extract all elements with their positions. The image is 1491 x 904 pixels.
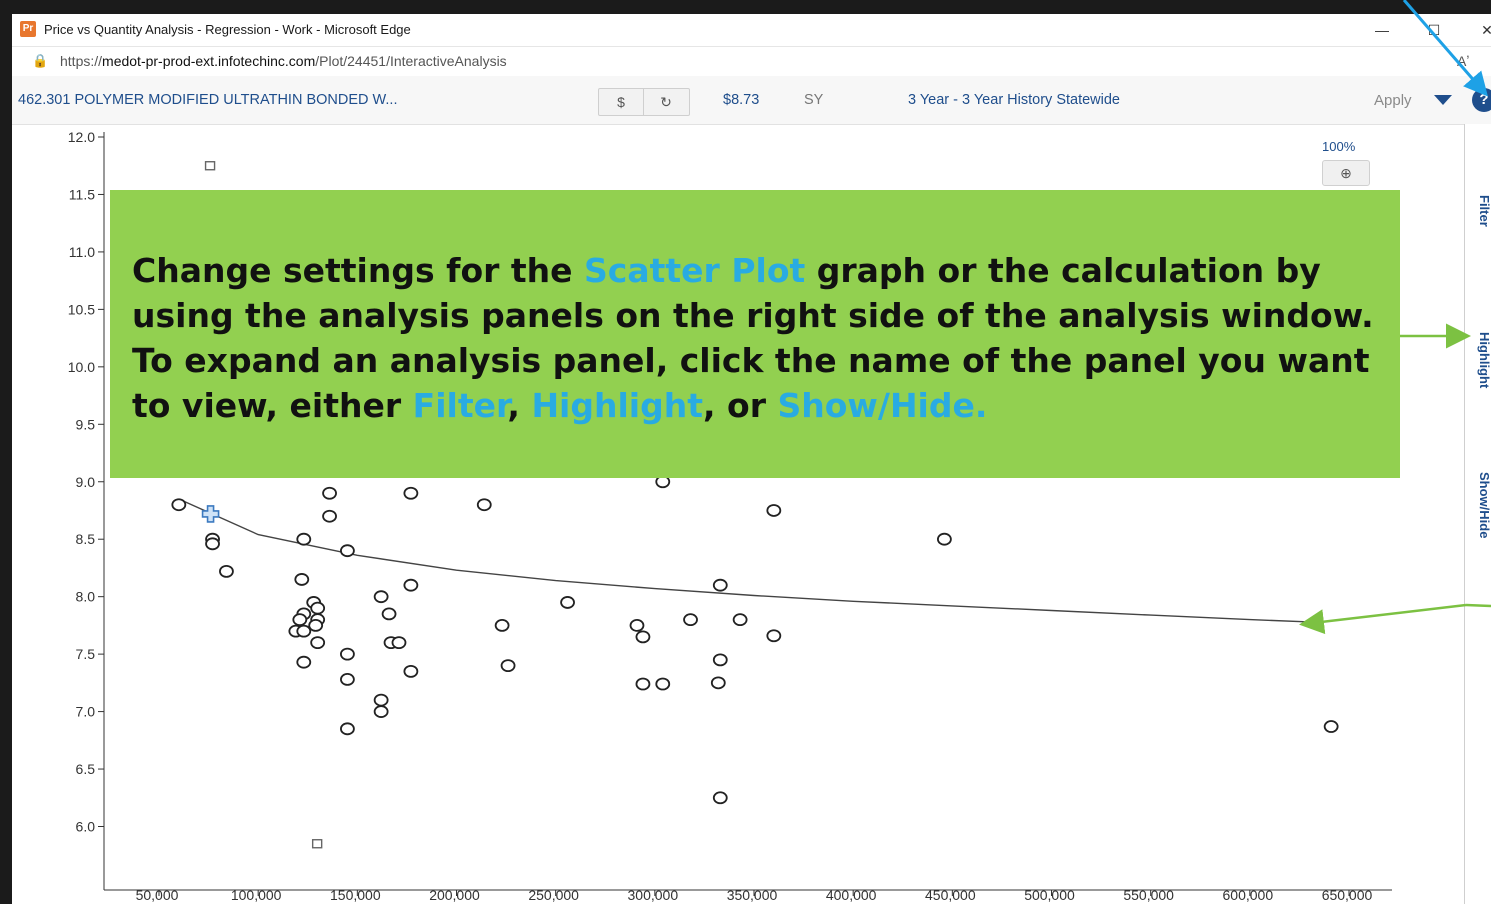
x-tick-label: 150,000 [330, 887, 381, 903]
data-point [340, 722, 355, 736]
instruction-callout: Change settings for the Scatter Plot gra… [110, 190, 1400, 478]
data-point [294, 573, 310, 586]
data-point [635, 677, 651, 691]
data-point [373, 693, 389, 707]
data-point [629, 618, 645, 632]
callout-highlight: Filter [412, 386, 508, 425]
data-point [310, 636, 326, 650]
data-point [500, 659, 516, 673]
data-point [560, 596, 575, 609]
data-point [296, 532, 312, 546]
data-point [766, 629, 782, 643]
close-button[interactable]: ✕ [1472, 18, 1491, 42]
callout-highlight: Show/Hide. [777, 386, 988, 425]
data-point [635, 630, 651, 644]
data-point [292, 613, 308, 627]
y-tick-label: 8.0 [76, 589, 96, 605]
data-point [340, 544, 355, 558]
tab-filter[interactable]: Filter [1472, 195, 1491, 227]
callout-text: , [507, 386, 532, 425]
regression-trend-line [178, 498, 1310, 623]
data-point [683, 613, 698, 627]
callout-text: Change settings for the [132, 251, 585, 290]
data-point [296, 655, 312, 669]
help-icon[interactable]: ? [1472, 88, 1491, 112]
data-point [494, 618, 510, 632]
data-point [712, 653, 728, 667]
y-tick-label: 11.5 [69, 186, 95, 202]
data-point [712, 791, 728, 805]
data-point [710, 676, 726, 690]
excluded-point [204, 161, 216, 171]
tab-show-hide[interactable]: Show/Hide [1472, 472, 1491, 538]
data-point [655, 677, 671, 691]
zoom-level: 100% [1322, 139, 1356, 154]
y-tick-label: 12.0 [68, 129, 95, 145]
callout-highlight: Highlight [531, 386, 703, 425]
zoom-in-button[interactable]: ⊕ [1322, 160, 1370, 186]
excluded-point [311, 839, 323, 849]
x-tick-label: 300,000 [628, 887, 679, 903]
y-tick-label: 9.0 [76, 474, 96, 490]
x-tick-label: 500,000 [1024, 887, 1075, 903]
data-point [403, 664, 419, 678]
highlighted-point [201, 505, 220, 523]
data-point [937, 532, 952, 546]
y-tick-label: 7.0 [76, 704, 96, 720]
y-tick-label: 10.0 [68, 359, 95, 375]
x-tick-label: 400,000 [826, 887, 877, 903]
data-point [308, 618, 324, 632]
data-point [403, 486, 419, 500]
browser-window: Pr Price vs Quantity Analysis - Regressi… [12, 14, 1491, 904]
data-point [391, 636, 407, 650]
data-point [322, 509, 337, 523]
x-tick-label: 450,000 [925, 887, 976, 903]
data-point [219, 564, 234, 578]
tab-highlight[interactable]: Highlight [1472, 332, 1491, 388]
data-point [403, 578, 419, 592]
data-point [732, 613, 748, 627]
callout-highlight: Scatter Plot [584, 251, 806, 290]
y-tick-label: 10.5 [68, 301, 95, 317]
x-tick-label: 550,000 [1123, 887, 1174, 903]
data-point [340, 647, 355, 661]
data-point [766, 504, 782, 517]
data-point [322, 486, 337, 500]
x-tick-label: 650,000 [1322, 887, 1373, 903]
x-tick-label: 350,000 [727, 887, 778, 903]
data-point [373, 705, 389, 718]
y-tick-label: 6.0 [76, 819, 96, 835]
x-tick-label: 250,000 [528, 887, 579, 903]
y-tick-label: 9.5 [76, 416, 96, 432]
data-point [340, 673, 355, 686]
data-point [381, 607, 397, 621]
data-point [712, 578, 728, 592]
x-tick-label: 50,000 [136, 887, 179, 903]
data-point [1323, 720, 1339, 733]
data-point [205, 537, 220, 551]
callout-text: , or [703, 386, 778, 425]
data-point [373, 590, 389, 604]
data-point [310, 601, 326, 615]
x-tick-label: 600,000 [1223, 887, 1274, 903]
y-tick-label: 8.5 [76, 531, 96, 547]
data-point [296, 624, 312, 638]
data-point [171, 498, 187, 512]
y-tick-label: 11.0 [69, 244, 95, 260]
data-point [476, 498, 492, 512]
y-tick-label: 6.5 [76, 761, 96, 777]
x-tick-label: 200,000 [429, 887, 480, 903]
y-tick-label: 7.5 [76, 646, 96, 662]
x-tick-label: 100,000 [231, 887, 282, 903]
